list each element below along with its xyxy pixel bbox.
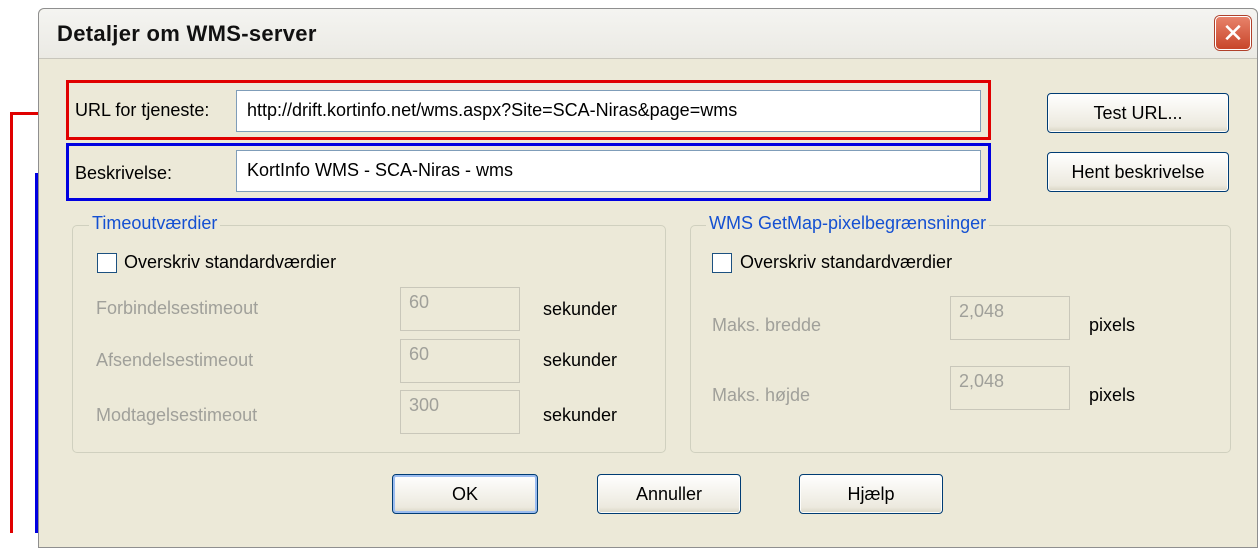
pixel-limits-override-checkbox[interactable] xyxy=(712,253,732,273)
url-highlight-box xyxy=(66,80,991,140)
max-height-input[interactable]: 2,048 xyxy=(950,366,1070,410)
connection-timeout-unit: sekunder xyxy=(543,299,618,319)
fetch-description-button[interactable]: Hent beskrivelse xyxy=(1047,152,1229,192)
max-width-label: Maks. bredde xyxy=(712,315,822,335)
cancel-button[interactable]: Annuller xyxy=(597,474,741,514)
max-height-label: Maks. højde xyxy=(712,385,811,405)
max-width-unit: pixels xyxy=(1089,315,1136,335)
receive-timeout-input[interactable]: 300 xyxy=(400,390,520,434)
max-width-input[interactable]: 2,048 xyxy=(950,296,1070,340)
test-url-button[interactable]: Test URL... xyxy=(1047,93,1229,133)
max-height-unit: pixels xyxy=(1089,385,1136,405)
connection-timeout-input[interactable]: 60 xyxy=(400,287,520,331)
receive-timeout-unit: sekunder xyxy=(543,405,618,425)
pixel-limits-override-label[interactable]: Overskriv standardværdier xyxy=(740,252,952,273)
help-button[interactable]: Hjælp xyxy=(799,474,943,514)
pixel-limits-group-title: WMS GetMap-pixelbegrænsninger xyxy=(706,213,990,234)
close-button[interactable]: ✕ xyxy=(1215,16,1251,50)
send-timeout-label: Afsendelsestimeout xyxy=(96,350,254,370)
description-highlight-box xyxy=(66,143,991,201)
close-icon: ✕ xyxy=(1222,17,1244,48)
dialog-title: Detaljer om WMS-server xyxy=(57,21,317,46)
timeouts-override-checkbox[interactable] xyxy=(97,253,117,273)
timeouts-group-title: Timeoutværdier xyxy=(89,213,221,234)
timeouts-override-label[interactable]: Overskriv standardværdier xyxy=(124,252,336,273)
send-timeout-input[interactable]: 60 xyxy=(400,339,520,383)
send-timeout-unit: sekunder xyxy=(543,350,618,370)
connection-timeout-label: Forbindelsestimeout xyxy=(96,298,259,318)
ok-button[interactable]: OK xyxy=(392,474,538,514)
title-bar[interactable]: Detaljer om WMS-server ✕ xyxy=(39,9,1257,59)
receive-timeout-label: Modtagelsestimeout xyxy=(96,405,258,425)
url-callout-line-vertical xyxy=(10,113,13,533)
